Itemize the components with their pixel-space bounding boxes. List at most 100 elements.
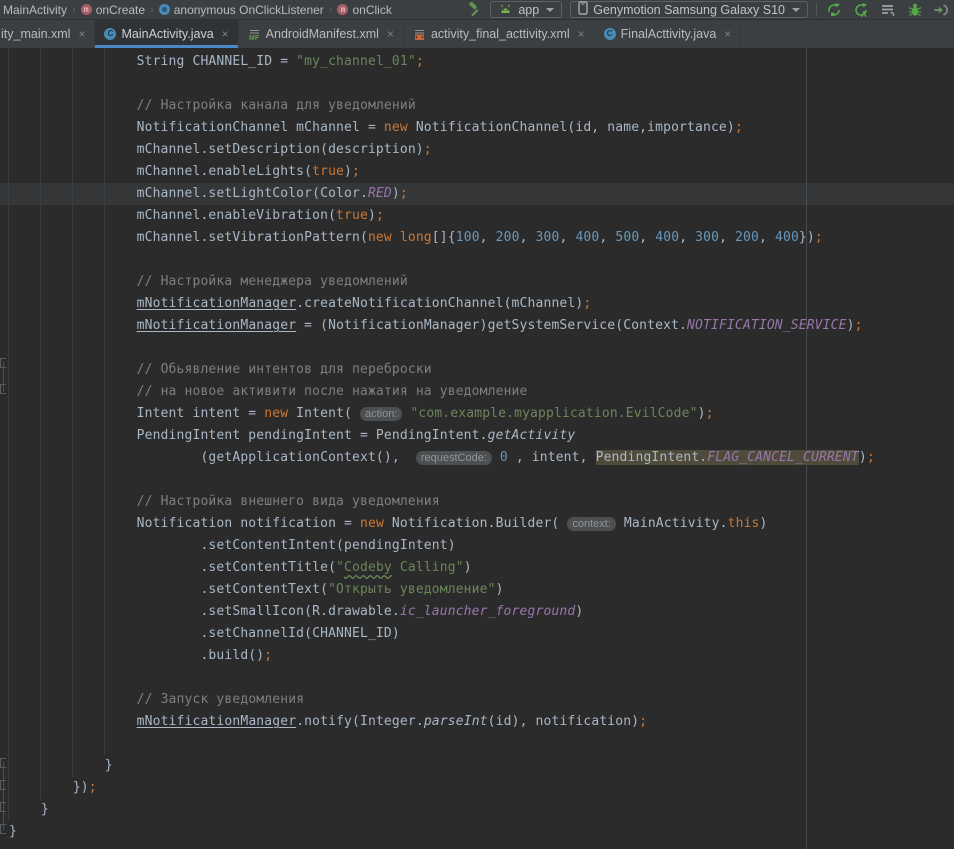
breadcrumb: MainActivity › monCreate › anonymous OnClick… bbox=[2, 3, 393, 17]
tab-label: ity_main.xml bbox=[1, 27, 70, 41]
code-line[interactable]: PendingIntent pendingIntent = PendingInt… bbox=[9, 425, 954, 447]
code-line[interactable] bbox=[9, 73, 954, 95]
close-icon[interactable]: × bbox=[724, 27, 731, 41]
tab-label: activity_final_acttivity.xml bbox=[431, 27, 570, 41]
code-line[interactable] bbox=[9, 733, 954, 755]
device-select-label: Genymotion Samsung Galaxy S10 bbox=[593, 3, 785, 17]
code-line[interactable]: }); bbox=[9, 777, 954, 799]
apply-changes-button[interactable] bbox=[825, 1, 842, 18]
close-icon[interactable]: × bbox=[387, 27, 394, 41]
fold-marker[interactable] bbox=[0, 358, 6, 368]
code-line[interactable]: Intent intent = new Intent( action: "com… bbox=[9, 403, 954, 425]
tab-mainactivity-java[interactable]: C MainActivity.java × bbox=[95, 20, 238, 48]
code-line[interactable] bbox=[9, 337, 954, 359]
code-line[interactable]: // Настройка внешнего вида уведомления bbox=[9, 491, 954, 513]
tab-activity-final-acttivity-xml[interactable]: activity_final_acttivity.xml × bbox=[404, 20, 595, 48]
logcat-button[interactable] bbox=[879, 1, 896, 18]
method-icon: m bbox=[337, 4, 348, 15]
code-line[interactable]: // Обьявление интентов для переброски bbox=[9, 359, 954, 381]
toolbar-actions: A bbox=[825, 1, 950, 18]
code-line[interactable] bbox=[9, 249, 954, 271]
breadcrumb-item-label: MainActivity bbox=[3, 3, 67, 17]
code-line[interactable]: NotificationChannel mChannel = new Notif… bbox=[9, 117, 954, 139]
code-line[interactable]: } bbox=[9, 821, 954, 843]
layout-xml-file-icon bbox=[413, 28, 426, 41]
code-line[interactable]: // Настройка менеджера уведомлений bbox=[9, 271, 954, 293]
build-hammer-button[interactable] bbox=[465, 1, 482, 18]
parameter-hint: requestCode: bbox=[416, 451, 492, 465]
close-icon[interactable]: × bbox=[78, 27, 85, 41]
attach-debugger-button[interactable] bbox=[933, 1, 950, 18]
tab-label: MainActivity.java bbox=[121, 27, 213, 41]
breadcrumb-separator: › bbox=[150, 4, 154, 16]
breadcrumb-item-label: onClick bbox=[352, 3, 391, 17]
svg-text:A: A bbox=[861, 10, 867, 18]
run-configuration-label: app bbox=[518, 3, 539, 17]
toolbar: app Genymotion Samsung Galaxy S10 A bbox=[465, 1, 952, 18]
tab-label: FinalActtivity.java bbox=[621, 27, 717, 41]
code-line[interactable]: mChannel.setDescription(description); bbox=[9, 139, 954, 161]
fold-marker[interactable] bbox=[0, 758, 6, 768]
breadcrumb-item[interactable]: anonymous OnClickListener bbox=[158, 3, 325, 17]
code-line[interactable]: mChannel.enableLights(true); bbox=[9, 161, 954, 183]
debug-button[interactable] bbox=[906, 1, 923, 18]
code-line[interactable]: mNotificationManager.createNotificationC… bbox=[9, 293, 954, 315]
breadcrumb-item[interactable]: monCreate bbox=[80, 3, 146, 17]
breadcrumb-item[interactable]: MainActivity bbox=[2, 3, 68, 17]
code-line[interactable]: mChannel.setVibrationPattern(new long[]{… bbox=[9, 227, 954, 249]
fold-marker[interactable] bbox=[0, 824, 6, 834]
chevron-down-icon bbox=[792, 8, 800, 12]
fold-region-line bbox=[3, 762, 4, 830]
java-class-icon: C bbox=[104, 28, 116, 40]
code-line[interactable]: mNotificationManager.notify(Integer.pars… bbox=[9, 711, 954, 733]
fold-marker[interactable] bbox=[0, 384, 6, 394]
phone-icon bbox=[578, 1, 588, 18]
code-line[interactable]: String CHANNEL_ID = "my_channel_01"; bbox=[9, 51, 954, 73]
code-line[interactable]: (getApplicationContext(), requestCode: 0… bbox=[9, 447, 954, 469]
code-editor[interactable]: String CHANNEL_ID = "my_channel_01"; // … bbox=[0, 48, 954, 849]
toolbar-separator bbox=[816, 3, 817, 17]
tab-androidmanifest-xml[interactable]: MF AndroidManifest.xml × bbox=[239, 20, 404, 48]
code-line[interactable]: // на новое активити после нажатия на ув… bbox=[9, 381, 954, 403]
code-line[interactable]: .setChannelId(CHANNEL_ID) bbox=[9, 623, 954, 645]
apply-code-changes-button[interactable]: A bbox=[852, 1, 869, 18]
code-line[interactable]: .setSmallIcon(R.drawable.ic_launcher_for… bbox=[9, 601, 954, 623]
device-select[interactable]: Genymotion Samsung Galaxy S10 bbox=[570, 1, 808, 18]
class-icon bbox=[159, 4, 170, 15]
code-line[interactable]: // Запуск уведомления bbox=[9, 689, 954, 711]
breadcrumb-separator: › bbox=[72, 4, 76, 16]
run-configuration-select[interactable]: app bbox=[490, 1, 562, 18]
code-area[interactable]: String CHANNEL_ID = "my_channel_01"; // … bbox=[9, 51, 954, 843]
parameter-hint: action: bbox=[360, 407, 402, 421]
code-line[interactable]: Notification notification = new Notifica… bbox=[9, 513, 954, 535]
fold-marker[interactable] bbox=[0, 802, 6, 812]
tab-bar: ity_main.xml × C MainActivity.java × MF Androi… bbox=[0, 20, 954, 48]
tab-ity-main-xml[interactable]: ity_main.xml × bbox=[0, 20, 95, 48]
method-icon: m bbox=[81, 4, 92, 15]
code-line[interactable]: .setContentIntent(pendingIntent) bbox=[9, 535, 954, 557]
code-line[interactable] bbox=[9, 469, 954, 491]
close-icon[interactable]: × bbox=[578, 27, 585, 41]
ide-window: MainActivity › monCreate › anonymous OnClick… bbox=[0, 0, 954, 849]
manifest-file-icon: MF bbox=[248, 28, 261, 41]
code-line[interactable] bbox=[9, 667, 954, 689]
close-icon[interactable]: × bbox=[222, 27, 229, 41]
code-line[interactable]: mChannel.enableVibration(true); bbox=[9, 205, 954, 227]
code-line[interactable]: // Настройка канала для уведомлений bbox=[9, 95, 954, 117]
fold-marker[interactable] bbox=[0, 780, 6, 790]
breadcrumb-item[interactable]: m onClick bbox=[336, 3, 392, 17]
code-line[interactable]: mChannel.setLightColor(Color.RED); bbox=[9, 183, 954, 205]
android-icon bbox=[498, 3, 513, 17]
code-line[interactable]: mNotificationManager = (NotificationMana… bbox=[9, 315, 954, 337]
tab-finalacttivity-java[interactable]: C FinalActtivity.java × bbox=[595, 20, 742, 48]
tab-label: AndroidManifest.xml bbox=[266, 27, 379, 41]
breadcrumb-item-label: anonymous OnClickListener bbox=[174, 3, 324, 17]
code-line[interactable]: .setContentTitle("Codeby Calling") bbox=[9, 557, 954, 579]
parameter-hint: context: bbox=[567, 517, 616, 531]
code-line[interactable]: } bbox=[9, 799, 954, 821]
code-line[interactable]: .setContentText("Открыть уведомление") bbox=[9, 579, 954, 601]
code-line[interactable]: } bbox=[9, 755, 954, 777]
code-line[interactable]: .build(); bbox=[9, 645, 954, 667]
java-class-icon: C bbox=[604, 28, 616, 40]
breadcrumb-bar: MainActivity › monCreate › anonymous OnClick… bbox=[0, 0, 954, 20]
